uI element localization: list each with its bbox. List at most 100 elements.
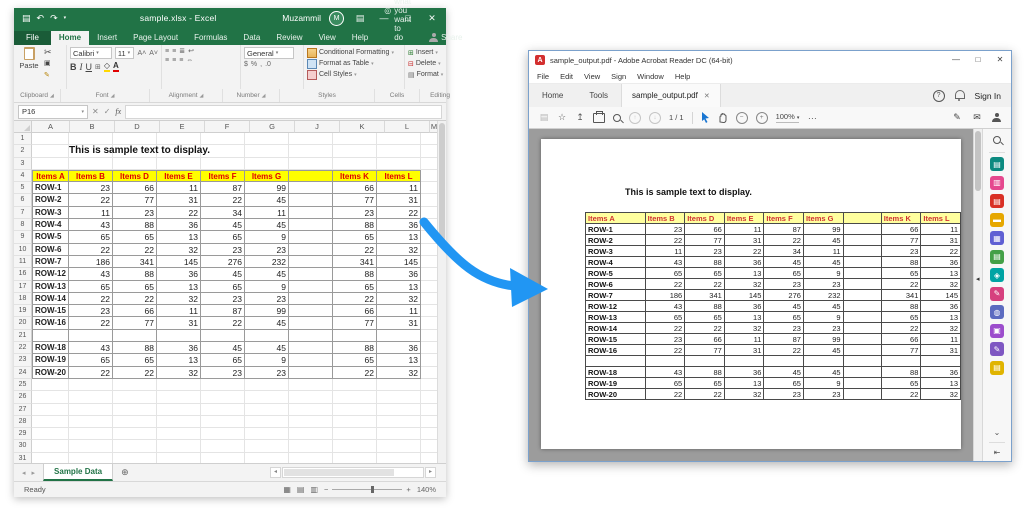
grid-cell[interactable] — [201, 440, 245, 452]
grid-cell[interactable]: 22 — [157, 207, 201, 219]
conditional-formatting-button[interactable]: Conditional Formatting▾ — [307, 47, 401, 58]
grid-cell[interactable]: 77 — [113, 194, 157, 206]
grid-cell[interactable] — [245, 440, 289, 452]
cancel-entry-icon[interactable]: ✕ — [92, 107, 99, 116]
next-page-icon[interactable]: ↓ — [649, 112, 661, 124]
grid-cell[interactable] — [32, 453, 69, 463]
grid-cell[interactable] — [377, 158, 421, 170]
row-header[interactable]: 28 — [14, 416, 32, 428]
grid-cell[interactable]: 23 — [113, 207, 157, 219]
format-as-table-button[interactable]: Format as Table▾ — [307, 58, 401, 69]
grid-cell[interactable]: 99 — [245, 182, 289, 194]
grid-cell[interactable]: ROW-2 — [32, 194, 69, 206]
grid-cell[interactable]: 232 — [245, 256, 289, 268]
grid-cell[interactable] — [333, 453, 377, 463]
menu-window[interactable]: Window — [637, 72, 664, 81]
grid-cell[interactable]: 34 — [201, 207, 245, 219]
grid-cell[interactable]: 22 — [69, 367, 113, 379]
collapse-pane-icon[interactable]: ◂ — [976, 275, 980, 283]
grid-cell[interactable] — [333, 145, 377, 157]
grid-cell[interactable]: 22 — [113, 244, 157, 256]
save-icon[interactable]: ▤ — [22, 13, 31, 24]
grid-cell[interactable] — [69, 379, 113, 391]
grid-cell[interactable]: 66 — [333, 305, 377, 317]
grid-cell[interactable] — [289, 416, 333, 428]
sheet-tab-sample-data[interactable]: Sample Data — [43, 464, 113, 481]
zoom-in-icon[interactable]: + — [756, 112, 768, 124]
grid-cell[interactable]: 23 — [333, 207, 377, 219]
grid-cell[interactable] — [157, 330, 201, 342]
menu-help[interactable]: Help — [675, 72, 690, 81]
grid-cell[interactable] — [289, 354, 333, 366]
pdf-maximize-button[interactable]: □ — [967, 51, 989, 69]
grid-cell[interactable] — [157, 440, 201, 452]
grid-cell[interactable] — [421, 453, 438, 463]
grid-cell[interactable]: ROW-13 — [32, 281, 69, 293]
row-header[interactable]: 16 — [14, 268, 32, 280]
row-header[interactable]: 24 — [14, 367, 32, 379]
grid-cell[interactable]: 22 — [333, 293, 377, 305]
grid-cell[interactable]: ROW-4 — [32, 219, 69, 231]
star-icon[interactable]: ☆ — [557, 112, 567, 123]
format-cells-button[interactable]: ▤ Format▾ — [408, 69, 446, 80]
grid-cell[interactable] — [245, 133, 289, 145]
grid-cell[interactable] — [421, 330, 438, 342]
borders-icon[interactable]: ⊞ — [95, 63, 101, 71]
grid-cell[interactable]: 32 — [377, 293, 421, 305]
row-header[interactable]: 2 — [14, 145, 32, 157]
grid-cell[interactable]: Items G — [245, 170, 289, 182]
grid-cell[interactable]: ROW-5 — [32, 231, 69, 243]
grid-cell[interactable] — [421, 404, 438, 416]
grid-cell[interactable] — [289, 268, 333, 280]
grid-cell[interactable] — [377, 330, 421, 342]
grid-cell[interactable]: 65 — [333, 281, 377, 293]
grid-cell[interactable]: 145 — [377, 256, 421, 268]
pdf-zoom-level[interactable]: 100% ▾ — [776, 112, 800, 123]
grid-cell[interactable]: ROW-6 — [32, 244, 69, 256]
notifications-bell-icon[interactable] — [955, 90, 965, 99]
grid-cell[interactable] — [289, 244, 333, 256]
grid-cell[interactable]: 87 — [201, 305, 245, 317]
grid-cell[interactable]: 276 — [201, 256, 245, 268]
grid-cell[interactable] — [113, 428, 157, 440]
grid-cell[interactable]: 45 — [201, 342, 245, 354]
grid-cell[interactable]: 32 — [377, 244, 421, 256]
insert-function-icon[interactable]: fx — [115, 107, 121, 116]
grid-cell[interactable] — [421, 367, 438, 379]
grid-cell[interactable]: 9 — [245, 354, 289, 366]
grid-cell[interactable] — [421, 428, 438, 440]
grid-cell[interactable] — [245, 391, 289, 403]
grid-cell[interactable] — [333, 440, 377, 452]
grid-cell[interactable]: 65 — [333, 354, 377, 366]
sheet-prev-icon[interactable]: ◂ — [22, 469, 26, 477]
grid-cell[interactable] — [289, 379, 333, 391]
undo-icon[interactable]: ↶ — [37, 13, 45, 24]
grid-cell[interactable]: 65 — [113, 354, 157, 366]
grid-cell[interactable] — [245, 158, 289, 170]
column-header[interactable]: F — [205, 121, 250, 133]
row-header[interactable]: 4 — [14, 170, 32, 182]
grid-cell[interactable]: 13 — [157, 281, 201, 293]
grid-cell[interactable] — [421, 416, 438, 428]
grid-cell[interactable] — [377, 133, 421, 145]
column-header[interactable]: K — [340, 121, 385, 133]
grid-cell[interactable]: 88 — [113, 268, 157, 280]
grid-cell[interactable]: 66 — [333, 182, 377, 194]
certificates-icon[interactable]: ✎ — [990, 342, 1004, 356]
grid-cell[interactable] — [113, 453, 157, 463]
grow-font-icon[interactable]: A˄ — [137, 50, 146, 57]
grid-cell[interactable] — [113, 330, 157, 342]
pdf-vertical-scrollbar[interactable] — [973, 129, 982, 461]
grid-cell[interactable]: 9 — [245, 281, 289, 293]
grid-cell[interactable]: 31 — [377, 317, 421, 329]
grid-cell[interactable]: 341 — [113, 256, 157, 268]
row-header[interactable]: 7 — [14, 207, 32, 219]
grid-cell[interactable] — [245, 453, 289, 463]
grid-cell[interactable] — [333, 330, 377, 342]
grid-cell[interactable]: 65 — [69, 281, 113, 293]
grid-cell[interactable] — [32, 133, 69, 145]
grid-cell[interactable]: 11 — [157, 305, 201, 317]
help-icon[interactable]: ? — [933, 90, 945, 102]
row-header[interactable]: 27 — [14, 404, 32, 416]
profile-icon[interactable] — [992, 113, 1001, 122]
